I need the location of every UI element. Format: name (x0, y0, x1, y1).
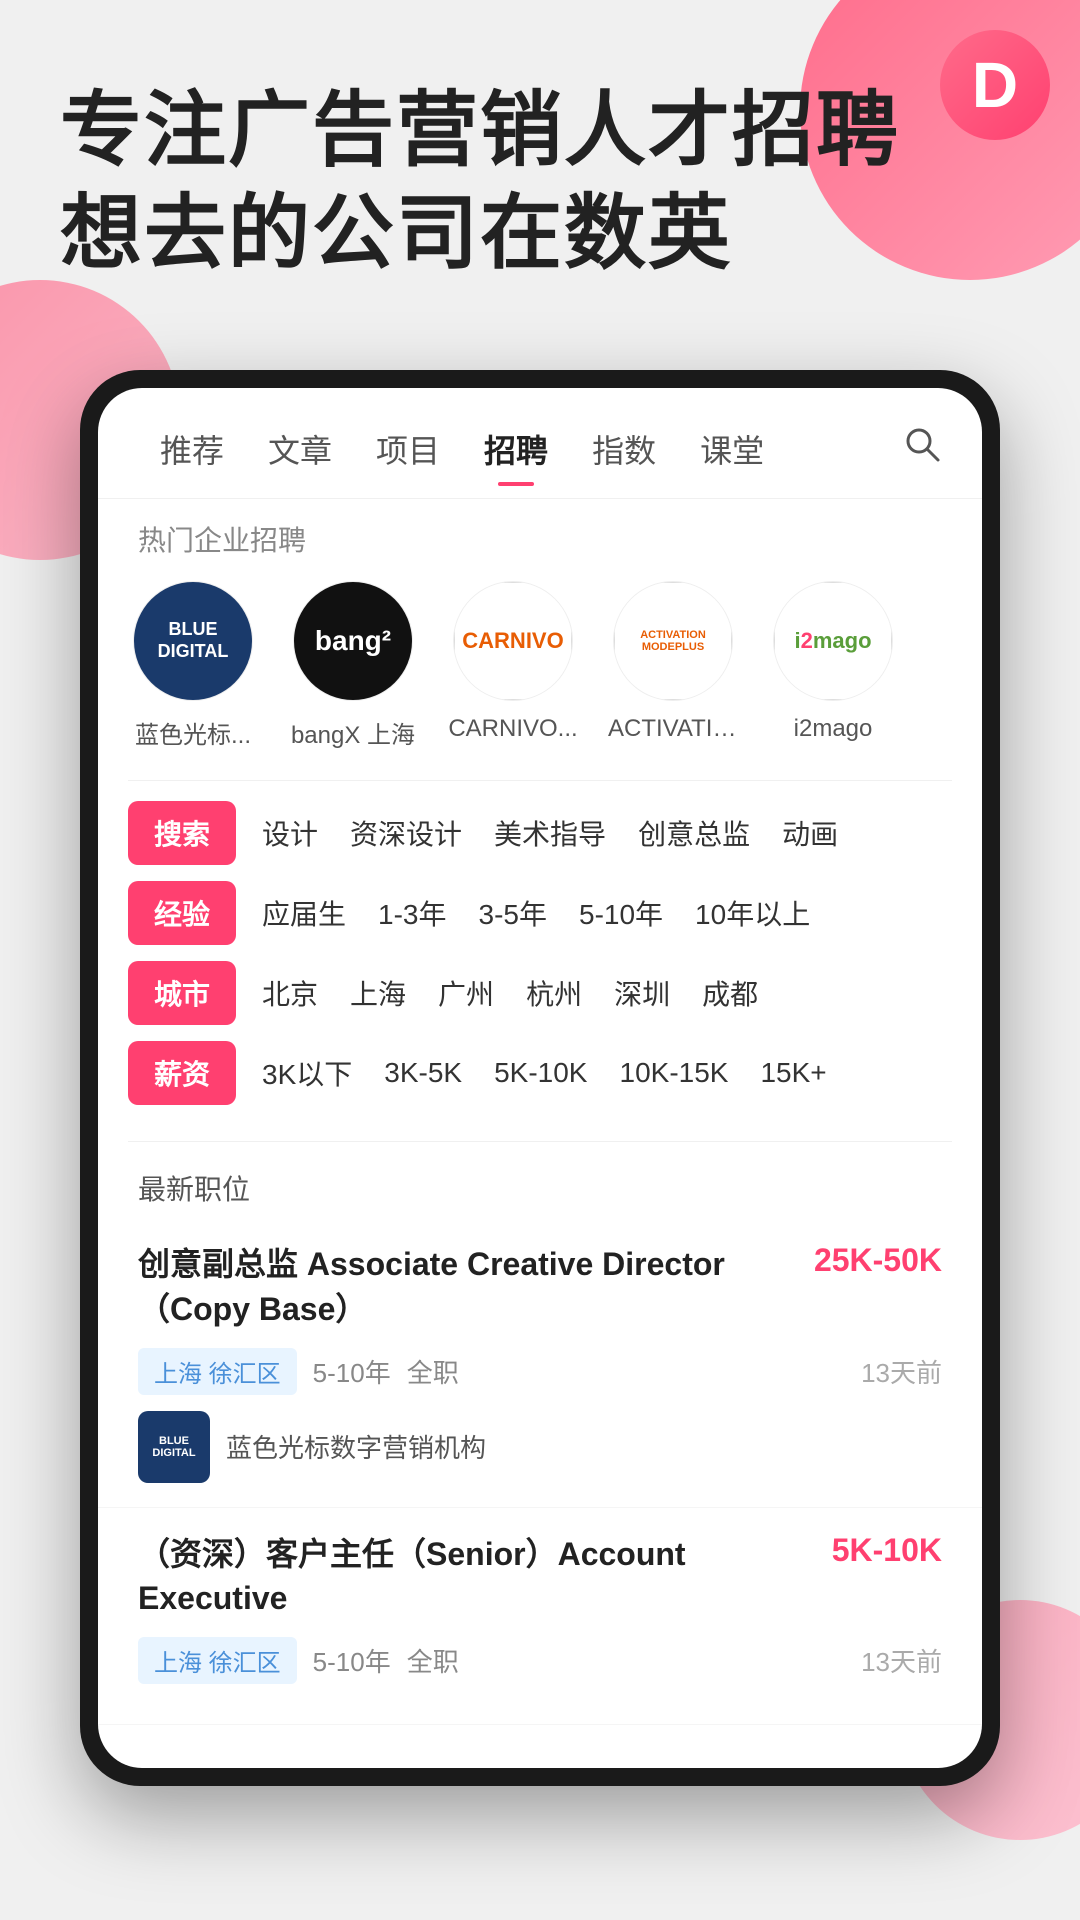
filter-option-beijing[interactable]: 北京 (256, 973, 324, 1013)
filter-row-experience: 经验 应届生 1-3年 3-5年 5-10年 10年以上 (128, 881, 952, 945)
nav-item-article[interactable]: 文章 (246, 416, 354, 482)
company-row: BLUEDIGITAL 蓝色光标... bang² bangX 上海 CARNI… (98, 571, 982, 770)
job-card-2[interactable]: （资深）客户主任（Senior）Account Executive 5K-10K… (98, 1508, 982, 1726)
nav-item-project[interactable]: 项目 (354, 416, 462, 482)
job-card-2-posted: 13天前 (861, 1642, 942, 1679)
job-card-2-meta: 上海 徐汇区 5-10年 全职 13天前 (138, 1637, 942, 1684)
filter-row-city: 城市 北京 上海 广州 杭州 深圳 成都 (128, 961, 952, 1025)
nav-item-jobs[interactable]: 招聘 (462, 416, 570, 482)
filter-tag-search[interactable]: 搜索 (128, 801, 236, 865)
filter-row-search: 搜索 设计 资深设计 美术指导 创意总监 动画 (128, 801, 952, 865)
filter-tag-city[interactable]: 城市 (128, 961, 236, 1025)
job-card-1-experience: 5-10年 (313, 1353, 391, 1390)
filter-row-salary: 薪资 3K以下 3K-5K 5K-10K 10K-15K 15K+ (128, 1041, 952, 1105)
logo-letter: D (972, 48, 1018, 122)
filter-option-creative-director[interactable]: 创意总监 (632, 813, 756, 853)
filter-option-5-10[interactable]: 5-10年 (573, 893, 669, 933)
company-logo-activation: ACTIVATION MODEPLUS (613, 581, 733, 701)
filter-option-animation[interactable]: 动画 (776, 813, 844, 853)
divider-1 (128, 780, 952, 781)
hero-section: 专注广告营销人才招聘 想去的公司在数英 (60, 80, 900, 285)
nav-item-index[interactable]: 指数 (570, 416, 678, 482)
filter-option-1-3[interactable]: 1-3年 (372, 893, 452, 933)
job-card-2-type: 全职 (407, 1642, 459, 1679)
company-name-blue-digital: 蓝色光标... (135, 715, 251, 750)
job-card-2-title-row: （资深）客户主任（Senior）Account Executive 5K-10K (138, 1532, 942, 1622)
company-item-bangx[interactable]: bang² bangX 上海 (288, 581, 418, 750)
filter-option-10plus[interactable]: 10年以上 (689, 893, 816, 933)
company-logo-i2mago: i2mago (773, 581, 893, 701)
filter-option-shanghai[interactable]: 上海 (344, 973, 412, 1013)
job-card-1-company-name: 蓝色光标数字营销机构 (226, 1428, 486, 1465)
company-item-activation[interactable]: ACTIVATION MODEPLUS ACTIVATIO... (608, 581, 738, 750)
filter-option-10k-15k[interactable]: 10K-15K (614, 1057, 735, 1089)
filter-option-art-director[interactable]: 美术指导 (488, 813, 612, 853)
filter-option-hangzhou[interactable]: 杭州 (520, 973, 588, 1013)
divider-2 (128, 1141, 952, 1142)
job-card-1-company: BLUEDIGITAL 蓝色光标数字营销机构 (138, 1411, 942, 1483)
job-card-1-meta: 上海 徐汇区 5-10年 全职 13天前 (138, 1348, 942, 1395)
company-item-carnivo[interactable]: CARNIVO CARNIVO... (448, 581, 578, 750)
job-card-1-salary: 25K-50K (814, 1242, 942, 1279)
filter-option-shenzhen[interactable]: 深圳 (608, 973, 676, 1013)
filter-option-design[interactable]: 设计 (256, 813, 324, 853)
job-card-1-location: 上海 徐汇区 (138, 1348, 297, 1395)
phone-mockup: 推荐 文章 项目 招聘 指数 课堂 热门企业招聘 (80, 370, 1000, 1786)
job-card-2-title: （资深）客户主任（Senior）Account Executive (138, 1532, 816, 1622)
job-card-2-location: 上海 徐汇区 (138, 1637, 297, 1684)
job-card-2-experience: 5-10年 (313, 1642, 391, 1679)
filter-option-15k-plus[interactable]: 15K+ (754, 1057, 832, 1089)
filter-option-senior-design[interactable]: 资深设计 (344, 813, 468, 853)
filter-option-5k-10k[interactable]: 5K-10K (488, 1057, 593, 1089)
company-name-carnivo: CARNIVO... (448, 715, 577, 743)
filter-option-fresh[interactable]: 应届生 (256, 893, 352, 933)
app-logo-badge: D (940, 30, 1050, 140)
nav-item-recommend[interactable]: 推荐 (138, 416, 246, 482)
filter-option-guangzhou[interactable]: 广州 (432, 973, 500, 1013)
hero-title: 专注广告营销人才招聘 想去的公司在数英 (60, 80, 900, 285)
filter-option-chengdu[interactable]: 成都 (696, 973, 764, 1013)
company-item-blue-digital[interactable]: BLUEDIGITAL 蓝色光标... (128, 581, 258, 750)
search-icon[interactable] (902, 424, 942, 474)
company-name-activation: ACTIVATIO... (608, 715, 738, 743)
phone-frame: 推荐 文章 项目 招聘 指数 课堂 热门企业招聘 (80, 370, 1000, 1786)
nav-item-course[interactable]: 课堂 (678, 416, 786, 482)
nav-bar: 推荐 文章 项目 招聘 指数 课堂 (98, 388, 982, 499)
job-card-1-type: 全职 (407, 1353, 459, 1390)
hot-companies-label: 热门企业招聘 (98, 499, 982, 571)
job-card-1-title: 创意副总监 Associate Creative Director（Copy B… (138, 1242, 798, 1332)
job-card-1-company-logo: BLUEDIGITAL (138, 1411, 210, 1483)
filter-option-3-5[interactable]: 3-5年 (473, 893, 553, 933)
job-card-2-salary: 5K-10K (832, 1532, 942, 1569)
filter-option-3k-below[interactable]: 3K以下 (256, 1053, 358, 1093)
filter-option-3k-5k[interactable]: 3K-5K (378, 1057, 468, 1089)
company-name-i2mago: i2mago (794, 715, 873, 743)
job-card-1[interactable]: 创意副总监 Associate Creative Director（Copy B… (98, 1218, 982, 1508)
latest-jobs-label: 最新职位 (98, 1152, 982, 1218)
filter-tag-salary[interactable]: 薪资 (128, 1041, 236, 1105)
company-logo-blue-digital: BLUEDIGITAL (133, 581, 253, 701)
job-card-1-posted: 13天前 (861, 1353, 942, 1390)
phone-screen: 推荐 文章 项目 招聘 指数 课堂 热门企业招聘 (98, 388, 982, 1768)
filter-tag-experience[interactable]: 经验 (128, 881, 236, 945)
company-name-bangx: bangX 上海 (291, 715, 415, 750)
company-logo-carnivo: CARNIVO (453, 581, 573, 701)
filter-section: 搜索 设计 资深设计 美术指导 创意总监 动画 经验 应届生 1-3年 3-5年… (98, 791, 982, 1131)
company-logo-bangx: bang² (293, 581, 413, 701)
job-card-1-title-row: 创意副总监 Associate Creative Director（Copy B… (138, 1242, 942, 1332)
company-item-i2mago[interactable]: i2mago i2mago (768, 581, 898, 750)
